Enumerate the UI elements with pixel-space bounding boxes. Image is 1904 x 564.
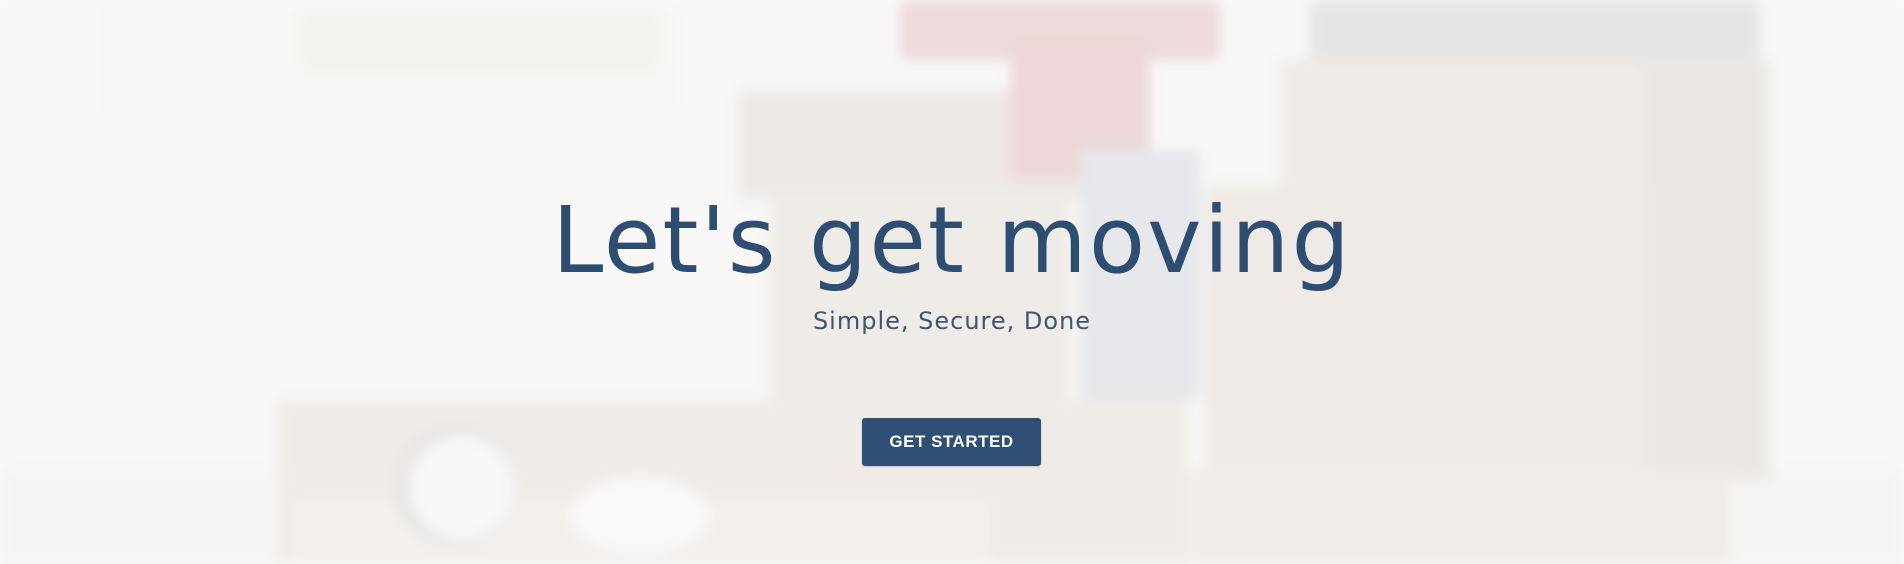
hero-headline: Let's get moving	[552, 187, 1352, 294]
hero-tagline: Simple, Secure, Done	[812, 307, 1092, 335]
hero-content: Let's get moving Simple, Secure, Done GE…	[0, 0, 1904, 564]
get-started-button[interactable]: GET STARTED	[862, 418, 1041, 466]
hero-section: Let's get moving Simple, Secure, Done GE…	[0, 0, 1904, 564]
